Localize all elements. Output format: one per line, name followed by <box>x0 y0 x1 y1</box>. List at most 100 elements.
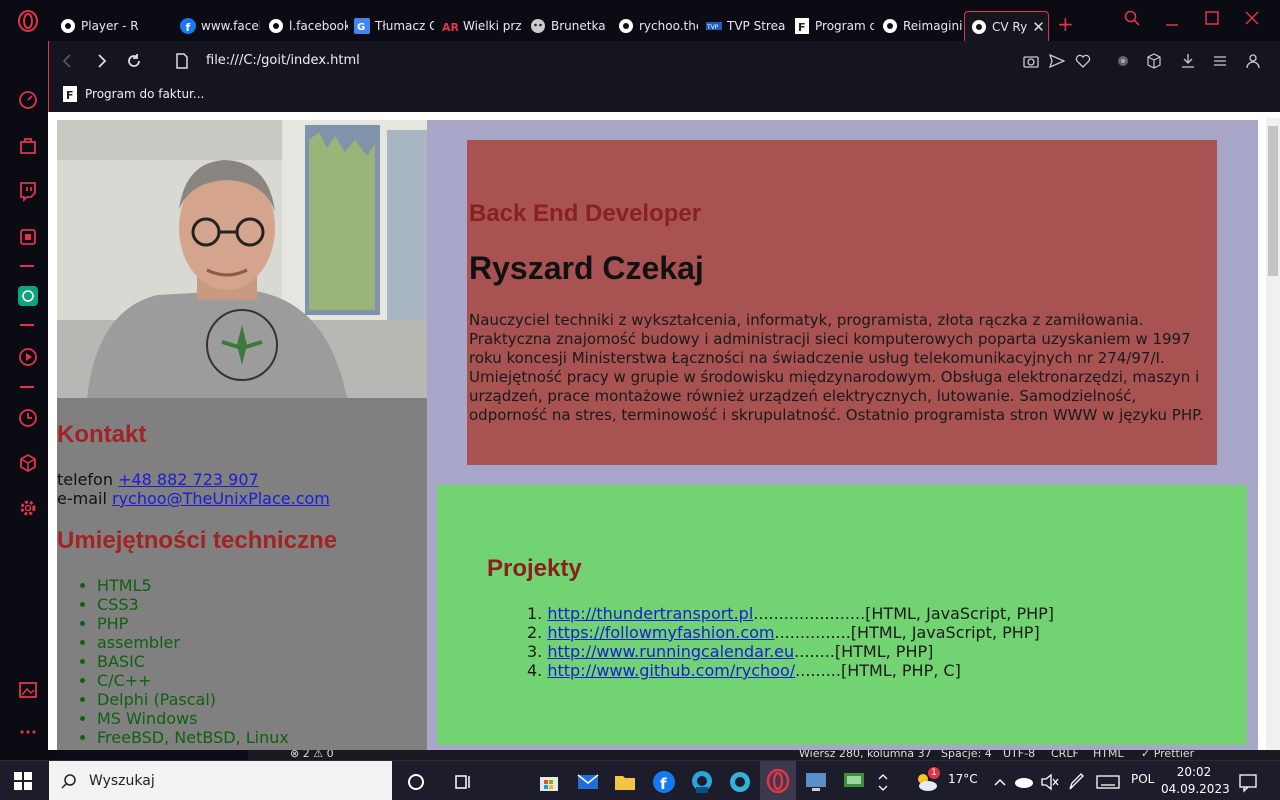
cursor-position[interactable]: Wiersz 280, kolumna 37 <box>799 750 932 760</box>
translate-icon: G <box>354 18 370 34</box>
tab-translate[interactable]: G Tłumacz G <box>348 11 434 41</box>
send-icon[interactable] <box>1049 53 1065 69</box>
bookmarks-bar: F Program do faktur... <box>48 82 1280 112</box>
phone-label: telefon <box>57 470 113 489</box>
email-link[interactable]: rychoo@TheUnixPlace.com <box>112 489 330 508</box>
opera-logo-icon[interactable] <box>17 10 39 32</box>
back-icon[interactable] <box>59 52 77 70</box>
vpn-icon[interactable] <box>1115 53 1131 69</box>
language-mode[interactable]: HTML <box>1093 750 1124 760</box>
camera-icon[interactable] <box>1023 53 1039 69</box>
keyboard-icon[interactable] <box>1096 770 1120 794</box>
project-link[interactable]: http://thundertransport.pl <box>547 604 753 623</box>
profile-photo <box>57 120 427 398</box>
facebook-taskbar-icon[interactable]: f <box>652 770 676 794</box>
globe-icon <box>619 19 633 33</box>
volume-muted-icon[interactable] <box>1040 770 1060 794</box>
chevron-up-icon[interactable] <box>992 770 1008 794</box>
edge-beta-icon[interactable] <box>690 770 714 794</box>
player-icon[interactable] <box>17 346 39 368</box>
more-dots-icon[interactable] <box>17 721 39 743</box>
cv-right-column: Back End Developer Ryszard Czekaj Nauczy… <box>427 120 1258 750</box>
problems-count[interactable]: ⊗ 2 ⚠ 0 <box>290 750 334 760</box>
svg-text:F: F <box>66 89 74 102</box>
svg-text:f: f <box>660 775 667 793</box>
close-tab-icon[interactable]: ✕ <box>1032 18 1048 36</box>
file-explorer-icon[interactable] <box>613 770 637 794</box>
project-link[interactable]: https://followmyfashion.com <box>547 623 774 642</box>
bio-text: Nauczyciel techniki z wykształcenia, inf… <box>469 311 1204 424</box>
tab-cv-active[interactable]: CV Ry ✕ <box>964 11 1049 41</box>
tab-l-facebook[interactable]: l.facebook <box>262 11 348 41</box>
tab-title: Tłumacz G <box>375 19 434 33</box>
close-window-icon[interactable] <box>1244 10 1260 26</box>
onedrive-cloud-icon[interactable] <box>1014 770 1034 794</box>
taskbar-scroll-arrows-icon[interactable] <box>876 770 890 794</box>
settings-gear-icon[interactable] <box>17 497 39 519</box>
sidebar-divider <box>20 324 34 326</box>
pen-icon[interactable] <box>1066 770 1086 794</box>
indent-spaces[interactable]: Spacje: 4 <box>941 750 992 760</box>
download-icon[interactable] <box>1180 53 1196 69</box>
easy-setup-icon[interactable] <box>1212 53 1228 69</box>
image-gallery-icon[interactable] <box>17 679 39 701</box>
bookmark-item[interactable]: F Program do faktur... <box>63 86 204 102</box>
project-link[interactable]: http://www.github.com/rychoo/ <box>547 661 795 680</box>
heart-icon[interactable] <box>1075 53 1091 69</box>
tab-facebook[interactable]: f www.faceb <box>174 11 260 41</box>
network-app-icon[interactable] <box>842 770 866 794</box>
mail-icon[interactable] <box>576 770 600 794</box>
hero-section: Back End Developer Ryszard Czekaj Nauczy… <box>467 140 1217 465</box>
speed-dial-icon[interactable] <box>17 89 39 111</box>
cortana-icon[interactable] <box>404 770 428 794</box>
task-view-icon[interactable] <box>451 770 475 794</box>
reload-icon[interactable] <box>125 52 143 70</box>
history-icon[interactable] <box>17 407 39 429</box>
twitch-icon[interactable] <box>17 180 39 202</box>
game-icon[interactable] <box>17 226 39 248</box>
shopping-icon[interactable] <box>17 134 39 156</box>
prettier-status[interactable]: ✓ Prettier <box>1141 750 1194 760</box>
input-language[interactable]: POL <box>1131 772 1154 786</box>
list-item: FreeBSD, NetBSD, Linux <box>97 728 289 747</box>
file-encoding[interactable]: UTF-8 <box>1003 750 1035 760</box>
taskbar-search[interactable]: Wyszukaj <box>49 761 392 800</box>
minimize-icon[interactable] <box>1164 10 1180 26</box>
extensions-icon[interactable] <box>17 452 39 474</box>
tab-reimagining[interactable]: Reimaginii <box>876 11 962 41</box>
line-ending[interactable]: CRLF <box>1051 750 1079 760</box>
project-link[interactable]: http://www.runningcalendar.eu <box>547 642 794 661</box>
tab-wielki[interactable]: AR Wielki prze <box>436 11 522 41</box>
edge-icon[interactable] <box>728 770 752 794</box>
opera-taskbar-active[interactable] <box>760 761 796 800</box>
system-clock[interactable]: 20:02 04.09.2023 <box>1161 764 1230 798</box>
windows-start-icon[interactable] <box>14 772 32 790</box>
cv-left-column: Kontakt telefon +48 882 723 907 e-mail r… <box>57 120 427 750</box>
tvp-icon: TVP <box>706 22 722 31</box>
scrollbar-thumb[interactable] <box>1268 126 1278 276</box>
tab-brunetka[interactable]: Brunetka n <box>524 11 610 41</box>
search-placeholder: Wyszukaj <box>89 773 155 789</box>
tab-rychoo[interactable]: rychoo.the <box>612 11 698 41</box>
tab-player[interactable]: Player - R <box>54 11 142 41</box>
tab-tvp[interactable]: TVP TVP Strean <box>700 11 786 41</box>
url-field[interactable]: file:///C:/goit/index.html <box>206 53 360 68</box>
vertical-scrollbar[interactable] <box>1266 118 1280 750</box>
monitor-app-icon[interactable] <box>804 770 828 794</box>
cube-icon[interactable] <box>1146 53 1162 69</box>
profile-icon[interactable] <box>1245 53 1261 69</box>
chatgpt-icon[interactable] <box>17 285 39 307</box>
new-tab-icon[interactable]: + <box>1057 12 1074 36</box>
notifications-icon[interactable] <box>1238 770 1258 794</box>
projects-section: Projekty 1. http://thundertransport.pl..… <box>437 485 1247 745</box>
svg-text:F: F <box>798 21 806 34</box>
maximize-icon[interactable] <box>1204 10 1220 26</box>
projects-heading: Projekty <box>487 555 582 582</box>
weather-temp[interactable]: 17°C <box>948 772 978 786</box>
forward-icon[interactable] <box>92 52 110 70</box>
phone-link[interactable]: +48 882 723 907 <box>118 470 259 489</box>
store-icon[interactable] <box>537 770 561 794</box>
list-item: Delphi (Pascal) <box>97 690 289 709</box>
search-tabs-icon[interactable] <box>1124 10 1140 26</box>
tab-program[interactable]: F Program d <box>788 11 874 41</box>
